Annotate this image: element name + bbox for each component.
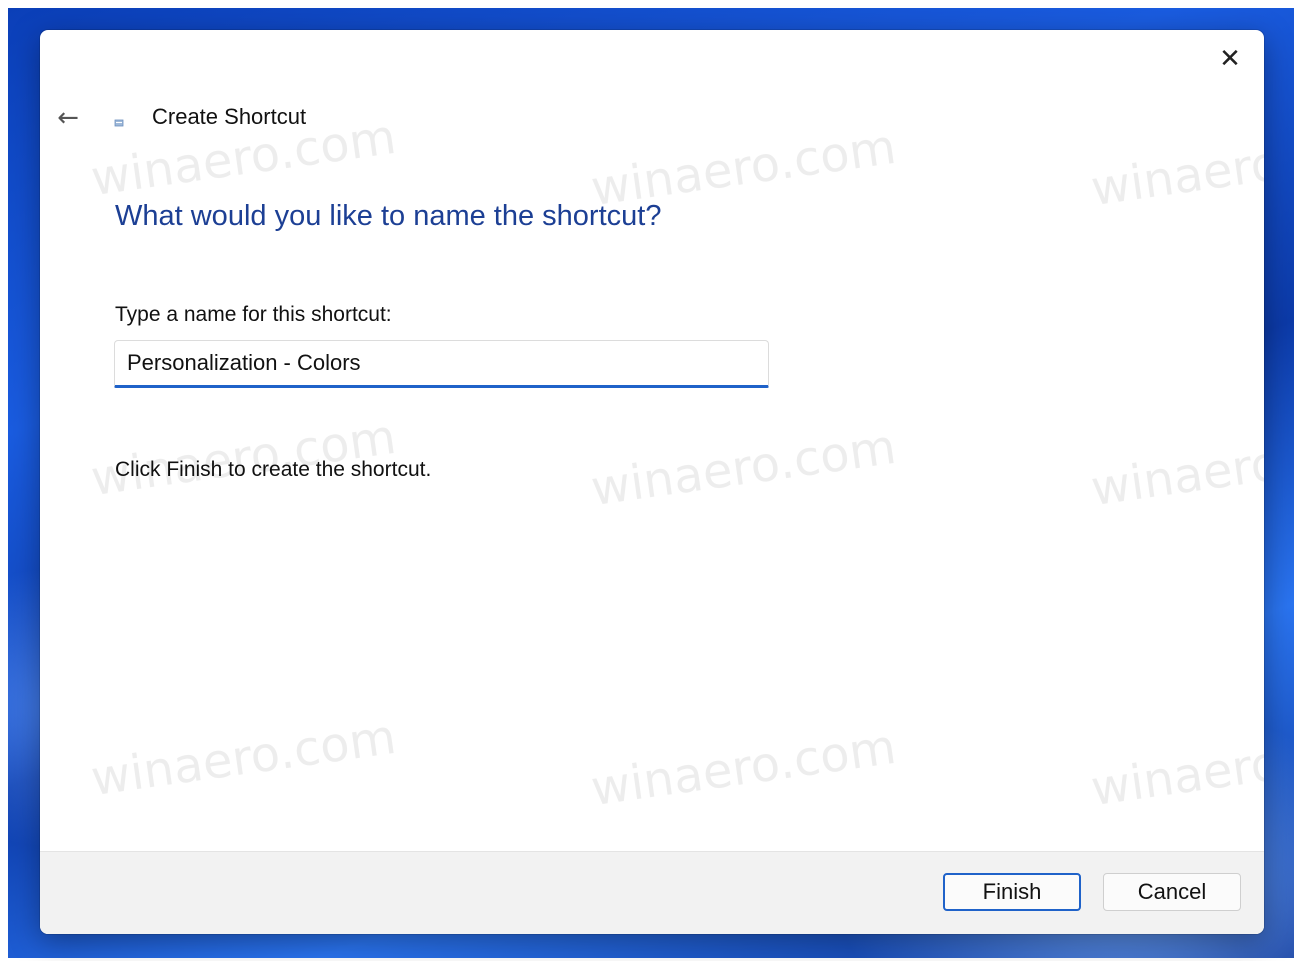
watermark: winaero.com (587, 718, 900, 818)
shortcut-name-input[interactable] (114, 340, 769, 388)
dialog-footer: Finish Cancel (40, 851, 1264, 934)
shortcut-wizard-icon (114, 119, 124, 127)
watermark: winaero.com (1087, 718, 1264, 818)
close-icon: ✕ (1219, 44, 1241, 74)
close-button[interactable]: ✕ (1210, 42, 1250, 76)
page-heading: What would you like to name the shortcut… (115, 200, 662, 232)
create-shortcut-dialog: ✕ ← Create Shortcut What would you like … (40, 30, 1264, 934)
watermark: winaero.com (587, 418, 900, 518)
arrow-left-icon: ← (57, 103, 79, 133)
watermark: winaero.com (87, 708, 400, 808)
back-button[interactable]: ← (52, 102, 84, 134)
dialog-title: Create Shortcut (152, 104, 307, 129)
shortcut-name-label: Type a name for this shortcut: (115, 303, 392, 326)
watermark: winaero.com (1087, 118, 1264, 218)
watermark: winaero.com (1087, 418, 1264, 518)
cancel-button[interactable]: Cancel (1103, 873, 1241, 911)
finish-button[interactable]: Finish (943, 873, 1081, 911)
finish-hint: Click Finish to create the shortcut. (115, 458, 432, 481)
